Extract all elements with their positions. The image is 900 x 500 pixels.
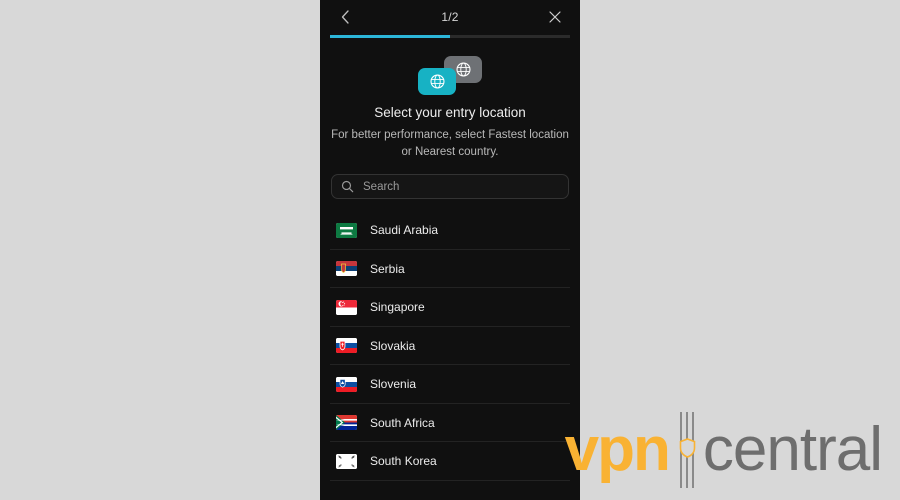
app-panel: 1/2 Select your entry location For bette… <box>320 0 580 500</box>
country-list-item[interactable]: South Korea <box>330 442 570 481</box>
close-button[interactable] <box>542 4 568 30</box>
country-list-item[interactable]: Slovakia <box>330 327 570 366</box>
step-counter: 1/2 <box>441 9 459 24</box>
hero-section: Select your entry location For better pe… <box>320 38 580 160</box>
country-list-item[interactable]: Saudi Arabia <box>330 211 570 250</box>
search-icon <box>341 181 354 193</box>
step-progress-fill <box>330 35 450 38</box>
country-name: Slovenia <box>370 377 417 392</box>
flag-serbia-icon <box>336 261 357 277</box>
vpncentral-watermark: vpn central <box>564 412 883 488</box>
page-title: Select your entry location <box>374 105 526 120</box>
country-name: Serbia <box>370 261 405 276</box>
flag-slovenia-icon <box>336 376 357 392</box>
flag-singapore-icon <box>336 299 357 315</box>
close-icon <box>549 10 561 23</box>
globe-tile-front <box>418 68 456 95</box>
country-list-item[interactable]: Singapore <box>330 288 570 327</box>
globe-icon <box>429 74 445 89</box>
back-button[interactable] <box>332 4 358 30</box>
panel-header: 1/2 <box>320 0 580 33</box>
flag-slovakia-icon <box>336 338 357 354</box>
country-list-item[interactable]: South Africa <box>330 404 570 443</box>
search-input[interactable] <box>363 180 559 193</box>
country-list[interactable]: Saudi Arabia Serbia Singapore Slovakia Slove… <box>320 211 580 500</box>
globe-tiles-icon <box>418 56 482 96</box>
country-name: South Africa <box>370 415 435 430</box>
shield-icon <box>679 438 696 458</box>
country-name: Singapore <box>370 300 425 315</box>
watermark-secondary-text: central <box>702 415 883 484</box>
country-name: Saudi Arabia <box>370 223 439 238</box>
watermark-divider <box>673 412 699 488</box>
flag-saudi-arabia-icon <box>336 222 357 238</box>
watermark-primary-text: vpn <box>564 415 671 484</box>
flag-south-korea-icon <box>336 453 357 469</box>
globe-icon <box>455 62 471 77</box>
country-name: Slovakia <box>370 338 416 353</box>
country-list-item[interactable]: Slovenia <box>330 365 570 404</box>
chevron-left-icon <box>341 9 349 24</box>
country-name: South Korea <box>370 454 437 469</box>
step-progress-bar <box>330 35 570 38</box>
search-field[interactable] <box>331 174 569 200</box>
country-list-item[interactable]: Serbia <box>330 250 570 289</box>
page-subtitle: For better performance, select Fastest l… <box>331 129 569 158</box>
flag-south-africa-icon <box>336 415 357 431</box>
